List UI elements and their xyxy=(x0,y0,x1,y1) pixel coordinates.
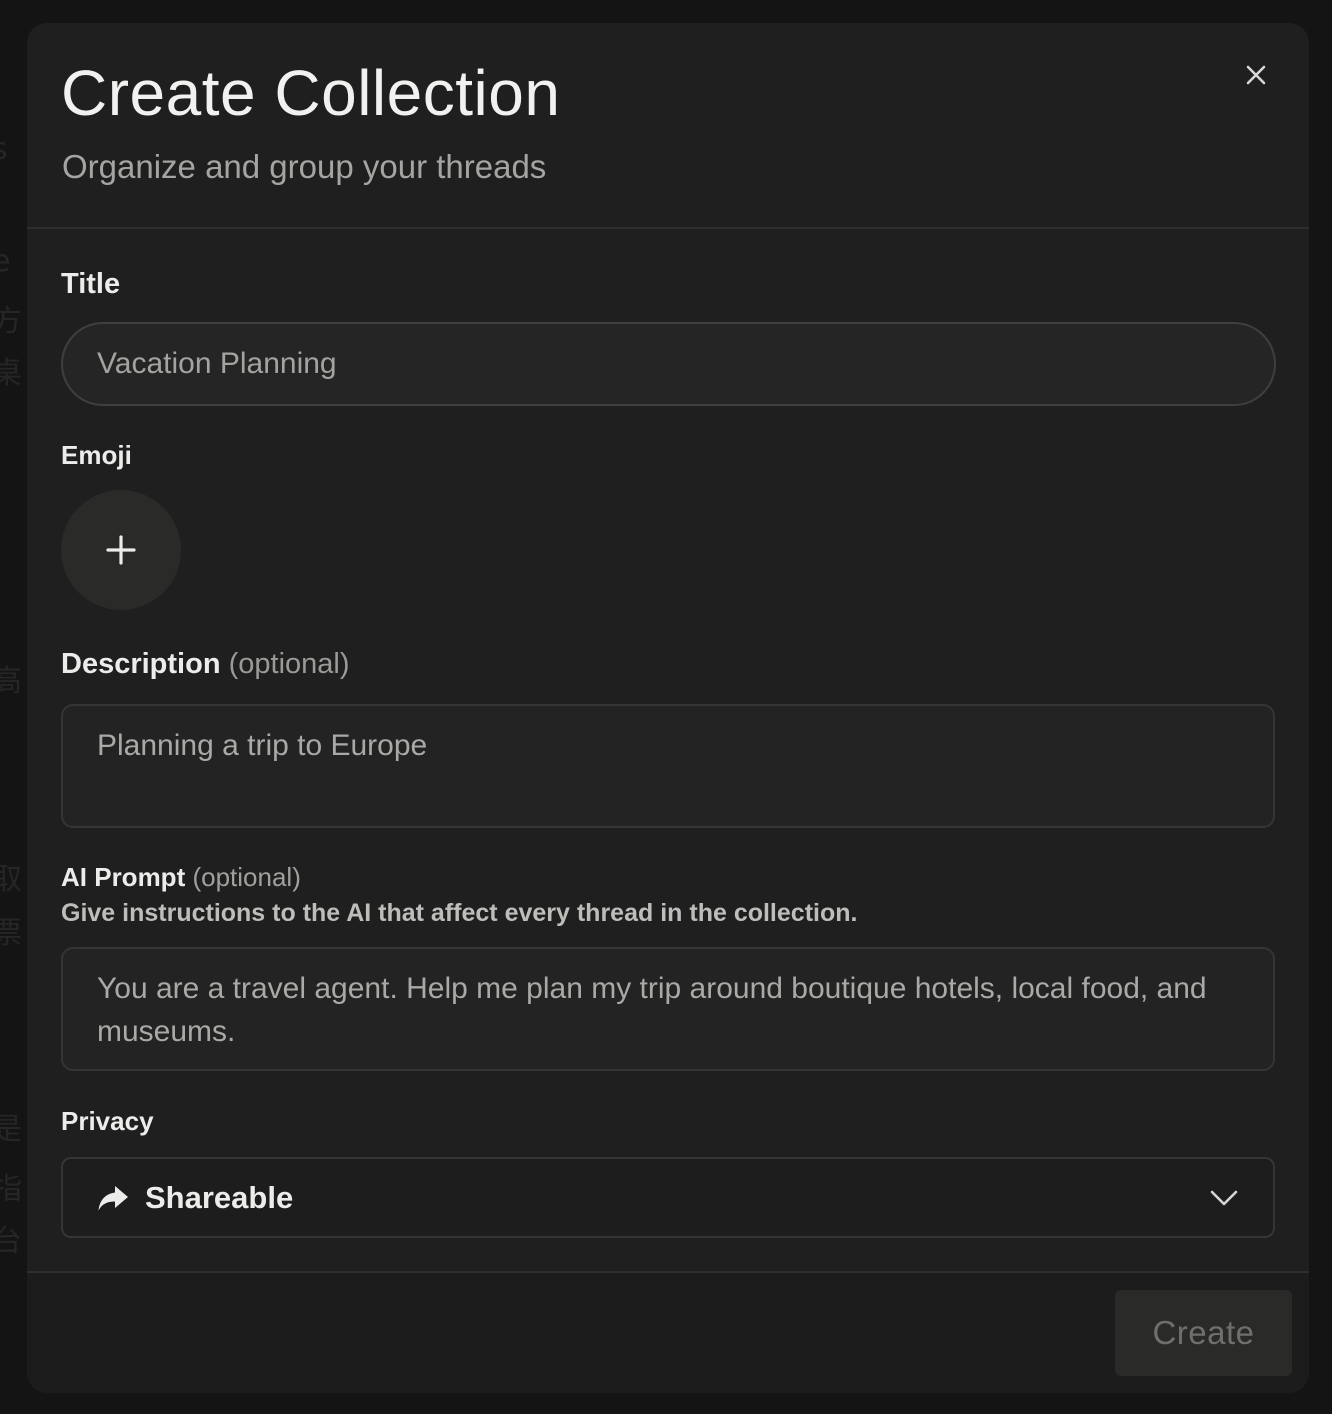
title-input[interactable]: Vacation Planning xyxy=(61,322,1276,406)
dialog-header: Create Collection Organize and group you… xyxy=(27,23,1309,229)
chevron-down-icon xyxy=(1210,1190,1238,1206)
emoji-label: Emoji xyxy=(61,440,132,470)
ai-prompt-value: You are a travel agent. Help me plan my … xyxy=(97,972,1207,1048)
background-glyph: 台 xyxy=(0,1224,22,1259)
close-icon xyxy=(1246,65,1266,85)
privacy-selected-value: Shareable xyxy=(145,1180,294,1215)
background-glyph: 票 xyxy=(0,916,22,951)
background-glyph: 方 xyxy=(0,304,22,339)
share-arrow-icon xyxy=(98,1186,128,1211)
add-emoji-button[interactable] xyxy=(61,490,181,610)
background-glyph: 桌 xyxy=(0,356,22,391)
description-optional-tag: (optional) xyxy=(228,648,350,680)
create-button[interactable]: Create xyxy=(1115,1290,1292,1376)
title-input-value: Vacation Planning xyxy=(97,347,337,380)
close-button[interactable] xyxy=(1238,57,1274,93)
background-glyph: e xyxy=(0,244,11,279)
plus-icon xyxy=(106,535,136,565)
privacy-label: Privacy xyxy=(61,1106,154,1136)
description-textarea[interactable]: Planning a trip to Europe xyxy=(61,704,1275,828)
ai-prompt-textarea[interactable]: You are a travel agent. Help me plan my … xyxy=(61,947,1275,1071)
background-glyph: 指 xyxy=(0,1172,22,1207)
title-label: Title xyxy=(61,268,121,300)
dialog-subtitle: Organize and group your threads xyxy=(62,148,547,185)
ai-prompt-label-text: AI Prompt xyxy=(61,862,186,892)
create-collection-dialog: Create Collection Organize and group you… xyxy=(27,23,1309,1393)
background-glyph: 取 xyxy=(0,862,22,897)
ai-prompt-hint: Give instructions to the AI that affect … xyxy=(61,899,858,927)
description-label-text: Description xyxy=(61,648,221,680)
ai-prompt-optional-tag: (optional) xyxy=(192,862,301,892)
ai-prompt-label: AI Prompt (optional) xyxy=(61,862,301,892)
background-glyph: s xyxy=(0,132,8,167)
description-value: Planning a trip to Europe xyxy=(97,729,428,762)
description-label: Description (optional) xyxy=(61,647,350,681)
dialog-title: Create Collection xyxy=(61,57,561,129)
privacy-select[interactable]: Shareable xyxy=(61,1157,1275,1238)
background-glyph: 是 xyxy=(0,1112,22,1147)
background-glyph: 高 xyxy=(0,664,22,699)
